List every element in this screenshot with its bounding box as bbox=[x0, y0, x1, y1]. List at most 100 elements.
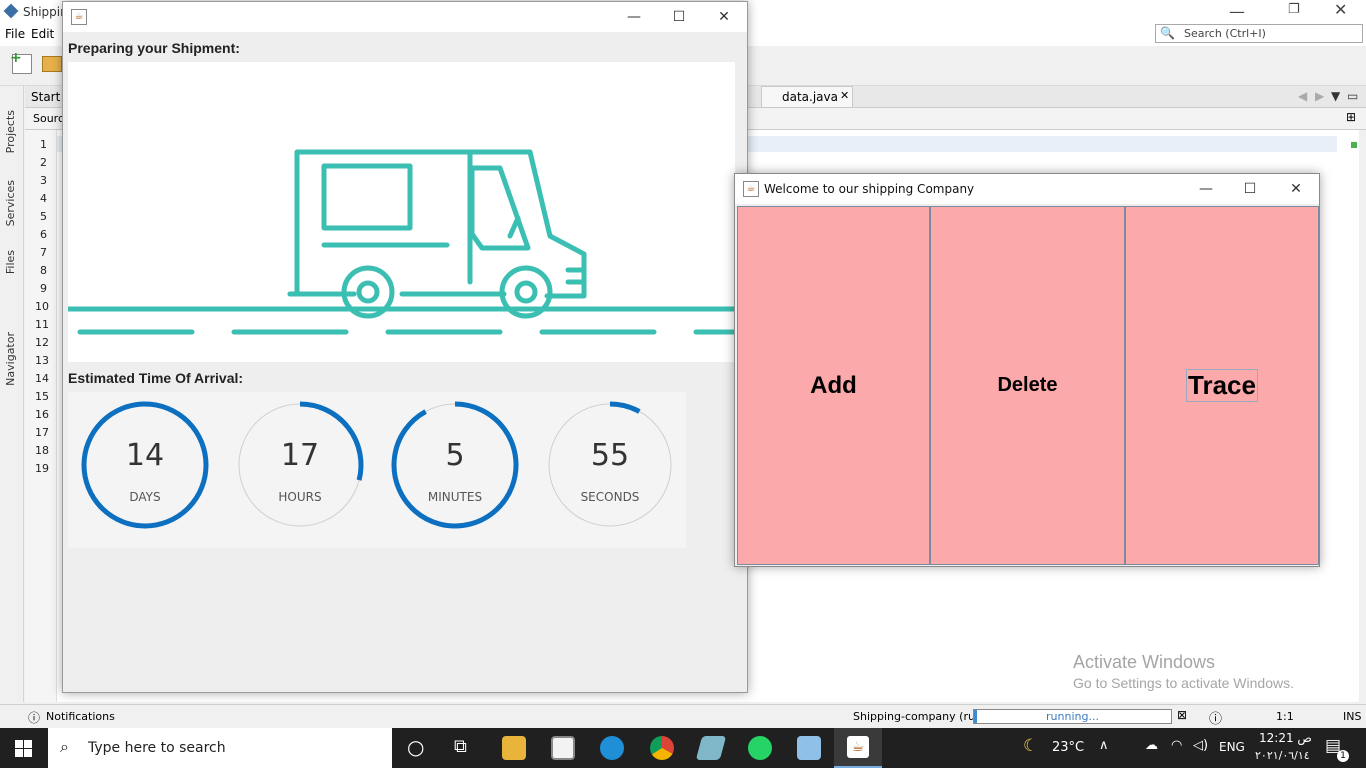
menu-edit[interactable]: Edit bbox=[31, 27, 54, 41]
chevron-down-icon[interactable]: ▼ bbox=[1331, 89, 1340, 103]
line-number: 19 bbox=[35, 462, 49, 475]
eta-title: Estimated Time Of Arrival: bbox=[68, 370, 244, 386]
virtualbox-icon[interactable] bbox=[797, 736, 821, 760]
preparing-title: Preparing your Shipment: bbox=[68, 40, 240, 56]
watermark-line2: Go to Settings to activate Windows. bbox=[1073, 675, 1294, 691]
line-number: 17 bbox=[35, 426, 49, 439]
line-number: 12 bbox=[35, 336, 49, 349]
line-number: 8 bbox=[40, 264, 47, 277]
netbeans-logo-icon bbox=[3, 3, 19, 19]
line-number: 1 bbox=[40, 138, 47, 151]
trace-button-label: Trace bbox=[1186, 369, 1258, 402]
line-number: 10 bbox=[35, 300, 49, 313]
taskbar-search-box[interactable]: ⌕ Type here to search bbox=[48, 728, 392, 768]
split-icon[interactable]: ⊞ bbox=[1346, 110, 1356, 124]
moon-icon: ☾ bbox=[1023, 736, 1039, 756]
info-circle-icon[interactable]: ⓘ bbox=[1209, 708, 1222, 727]
activate-windows-watermark: Activate Windows Go to Settings to activ… bbox=[1073, 652, 1294, 691]
eta-timer-panel: 14 DAYS 17 HOURS 5 MINUTES 55 SECONDS bbox=[68, 392, 686, 548]
new-project-icon[interactable] bbox=[42, 56, 62, 72]
ok-marker-icon bbox=[1351, 142, 1357, 148]
cortana-icon[interactable]: ○ bbox=[407, 735, 424, 759]
task-view-icon[interactable]: ⧉ bbox=[454, 736, 467, 757]
notification-count-badge: 1 bbox=[1337, 750, 1349, 762]
timer-minutes: 5 MINUTES bbox=[390, 400, 520, 530]
truck-illustration bbox=[65, 149, 738, 335]
ide-statusbar: ⓘ Notifications Shipping-company (run) r… bbox=[0, 704, 1366, 728]
minimize-icon[interactable]: — bbox=[1183, 174, 1229, 204]
welcome-titlebar: ☕ Welcome to our shipping Company — ☐ ✕ bbox=[735, 174, 1319, 204]
timer-hours-label: HOURS bbox=[278, 490, 322, 504]
java-icon: ☕ bbox=[847, 736, 869, 758]
volume-icon[interactable]: ◁) bbox=[1193, 738, 1208, 753]
maximize-icon[interactable]: ☐ bbox=[1227, 174, 1273, 204]
file-explorer-icon[interactable] bbox=[502, 736, 526, 760]
restore-icon[interactable]: ❐ bbox=[1288, 2, 1300, 17]
trace-button[interactable]: Trace bbox=[1125, 206, 1319, 565]
line-number: 7 bbox=[40, 246, 47, 259]
info-icon: ⓘ bbox=[28, 711, 41, 725]
truck-illustration-panel bbox=[65, 62, 738, 362]
cloud-icon[interactable]: ☁ bbox=[1145, 738, 1158, 753]
whatsapp-icon[interactable] bbox=[748, 736, 772, 760]
shipment-window: ☕ — ☐ ✕ Preparing your Shipment: Estimat… bbox=[62, 1, 748, 693]
java-taskbar-item[interactable]: ☕ bbox=[834, 728, 882, 768]
close-icon[interactable]: ✕ bbox=[1273, 174, 1319, 204]
timer-minutes-value: 5 bbox=[445, 438, 465, 473]
line-number: 9 bbox=[40, 282, 47, 295]
line-number: 13 bbox=[35, 354, 49, 367]
scroll-right-icon[interactable]: ▶ bbox=[1315, 89, 1324, 103]
line-number: 15 bbox=[35, 390, 49, 403]
line-number: 4 bbox=[40, 192, 47, 205]
watermark-line1: Activate Windows bbox=[1073, 652, 1216, 672]
timer-days-label: DAYS bbox=[129, 490, 161, 504]
tab-data-java[interactable]: data.java ✕ bbox=[761, 86, 853, 108]
app-icon[interactable] bbox=[695, 736, 727, 760]
scroll-left-icon[interactable]: ◀ bbox=[1298, 89, 1307, 103]
chrome-icon[interactable] bbox=[650, 736, 674, 760]
store-icon[interactable] bbox=[551, 736, 575, 760]
side-tab-navigator[interactable]: Navigator bbox=[4, 332, 17, 386]
new-file-icon[interactable]: + bbox=[10, 50, 32, 74]
close-icon[interactable]: ✕ bbox=[1334, 0, 1347, 19]
windows-start-icon[interactable] bbox=[15, 740, 32, 757]
maximize-icon[interactable]: ▭ bbox=[1347, 89, 1358, 103]
line-number: 18 bbox=[35, 444, 49, 457]
ide-search-input[interactable]: 🔍 Search (Ctrl+I) bbox=[1155, 24, 1363, 43]
delete-button[interactable]: Delete bbox=[930, 206, 1125, 565]
timer-hours: 17 HOURS bbox=[235, 400, 365, 530]
clock-date[interactable]: ٢٠٢١/٠٦/١٤ bbox=[1255, 749, 1310, 762]
stop-icon[interactable]: ⊠ bbox=[1177, 708, 1187, 722]
side-tab-services[interactable]: Services bbox=[4, 180, 17, 226]
notifications-label[interactable]: Notifications bbox=[46, 710, 115, 723]
timer-seconds-label: SECONDS bbox=[580, 490, 640, 504]
weather-temp[interactable]: 23°C bbox=[1052, 740, 1084, 755]
insert-mode: INS bbox=[1343, 710, 1362, 723]
project-run-label: Shipping-company (run) bbox=[853, 710, 987, 723]
windows-taskbar: ⌕ Type here to search ○ ⧉ ☕ ☾ 23°C ∧ ☁ ◠… bbox=[0, 728, 1366, 768]
tab-close-icon[interactable]: ✕ bbox=[840, 89, 849, 102]
timer-days-value: 14 bbox=[125, 438, 165, 473]
side-tab-files[interactable]: Files bbox=[4, 250, 17, 274]
minimize-icon[interactable]: — bbox=[1229, 2, 1245, 21]
add-button[interactable]: Add bbox=[737, 206, 930, 565]
edge-icon[interactable] bbox=[600, 736, 624, 760]
chevron-up-icon[interactable]: ∧ bbox=[1099, 738, 1109, 753]
tab-data-java-label: data.java bbox=[782, 90, 838, 104]
java-icon: ☕ bbox=[71, 9, 87, 25]
side-tab-projects[interactable]: Projects bbox=[4, 110, 17, 153]
java-icon: ☕ bbox=[743, 181, 759, 197]
language-indicator[interactable]: ENG bbox=[1219, 740, 1245, 754]
progress-text: running... bbox=[1046, 710, 1099, 723]
maximize-icon[interactable]: ☐ bbox=[656, 2, 702, 32]
wifi-icon[interactable]: ◠ bbox=[1171, 738, 1182, 753]
line-number: 14 bbox=[35, 372, 49, 385]
close-icon[interactable]: ✕ bbox=[701, 2, 747, 32]
cursor-position: 1:1 bbox=[1276, 710, 1294, 723]
minimize-icon[interactable]: — bbox=[611, 2, 657, 32]
search-icon: 🔍 bbox=[1160, 26, 1175, 40]
timer-minutes-label: MINUTES bbox=[427, 490, 483, 504]
clock-time[interactable]: 12:21 ص bbox=[1259, 731, 1312, 745]
menu-file[interactable]: File bbox=[5, 27, 25, 41]
timer-days: 14 DAYS bbox=[80, 400, 210, 530]
